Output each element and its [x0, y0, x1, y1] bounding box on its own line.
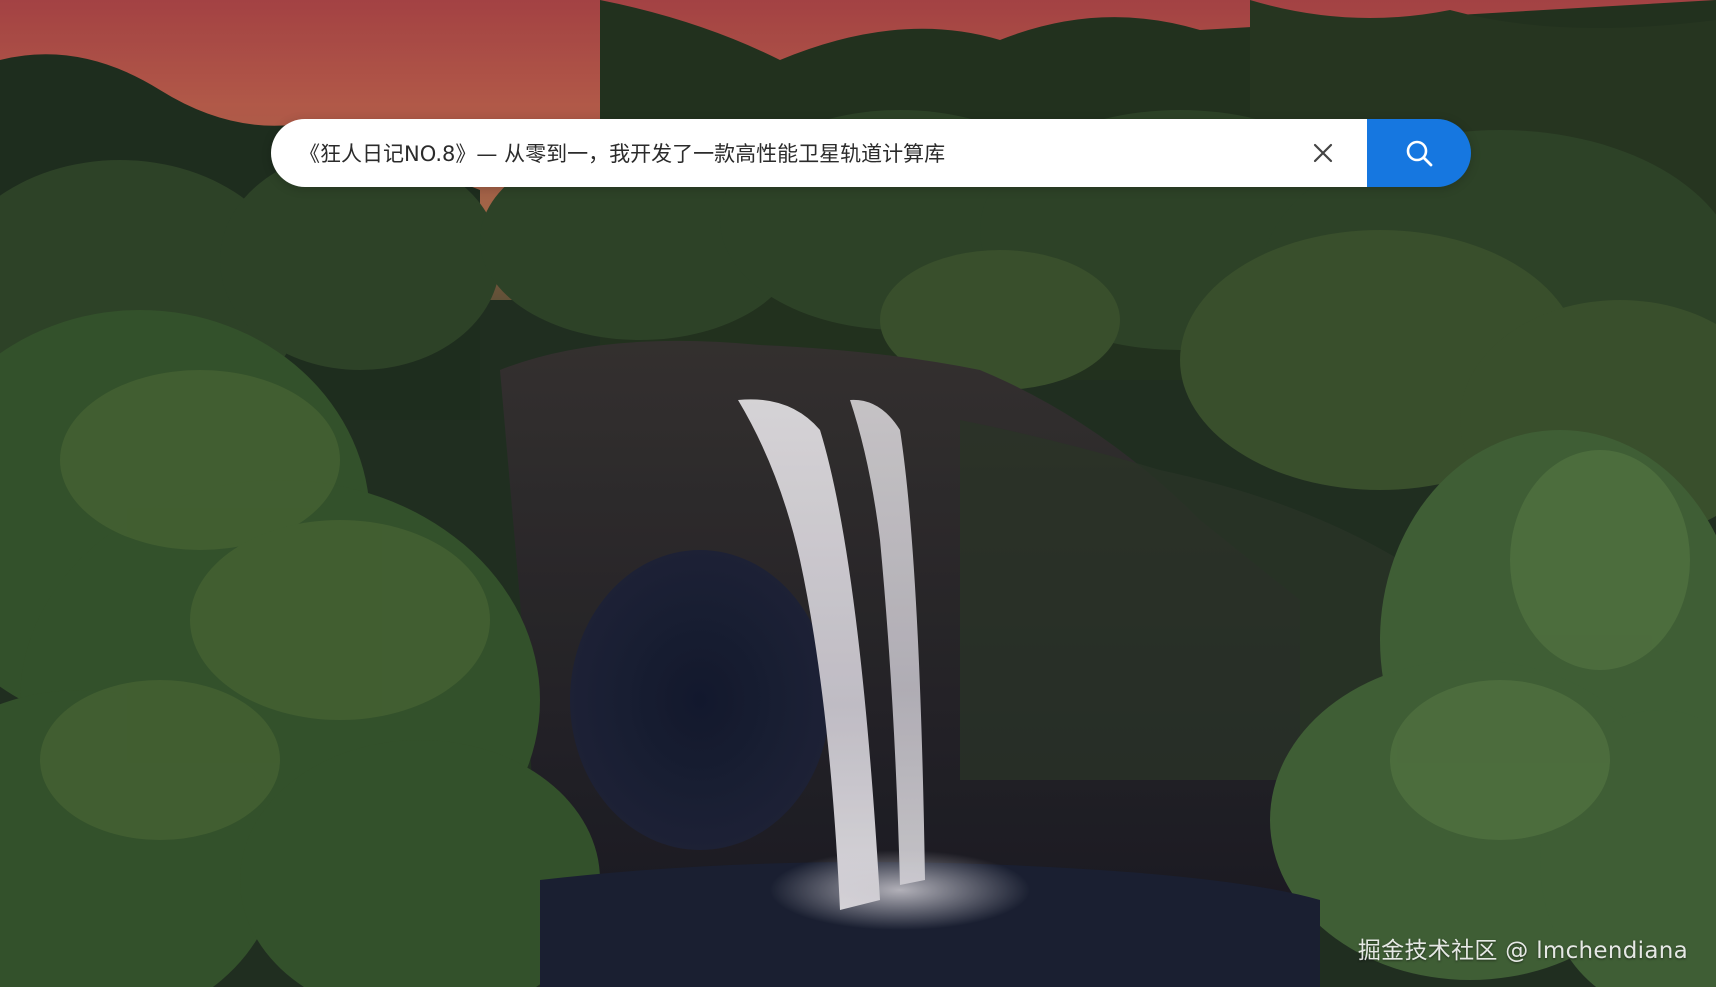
search-input[interactable] [299, 119, 1299, 187]
search-bar [271, 119, 1471, 187]
close-icon [1313, 143, 1333, 163]
page: 掘金技术社区 @ lmchendiana [0, 0, 1716, 987]
search-field-container [271, 119, 1367, 187]
clear-button[interactable] [1299, 129, 1347, 177]
search-icon [1406, 140, 1433, 167]
watermark: 掘金技术社区 @ lmchendiana [1357, 938, 1688, 964]
search-button[interactable] [1367, 119, 1471, 187]
